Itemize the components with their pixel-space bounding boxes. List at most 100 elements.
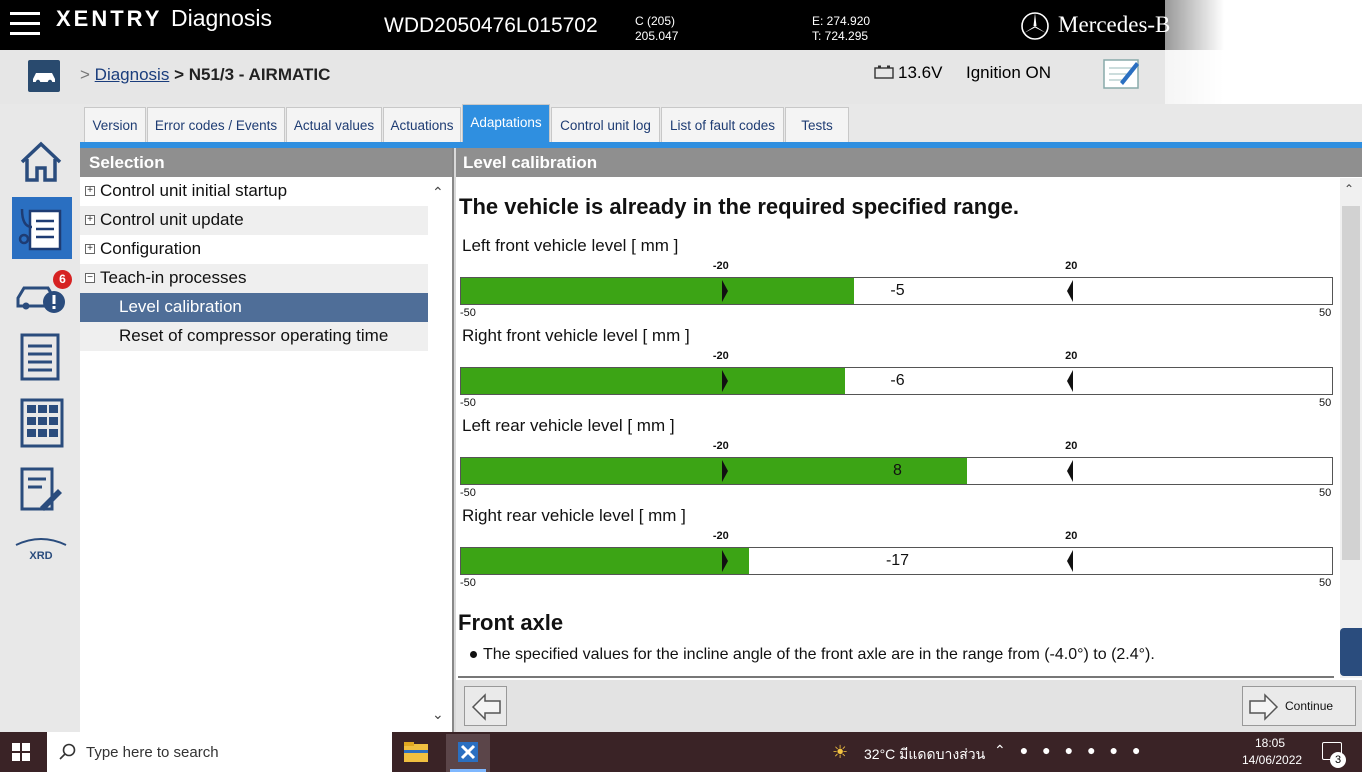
tab-actuations[interactable]: Actuations (383, 107, 461, 142)
home-icon (20, 141, 62, 182)
tree-item-label: Reset of compressor operating time (119, 326, 389, 345)
gauge-value: -17 (885, 552, 910, 569)
notepad-icon[interactable] (1102, 56, 1142, 94)
windows-start-icon[interactable] (12, 743, 30, 761)
tree-item-teach-in-processes[interactable]: − Teach-in processes (80, 264, 428, 293)
tree-item-label: Control unit initial startup (100, 181, 288, 200)
tree-item-label: Teach-in processes (100, 268, 247, 287)
clock-time: 18:05 (1254, 736, 1286, 750)
scroll-up-icon[interactable]: ⌃ (432, 184, 444, 201)
gauge-min-label: -50 (460, 577, 476, 589)
gauge-label: Right front vehicle level [ mm ] (462, 326, 690, 345)
tab-list-of-fault-codes[interactable]: List of fault codes (661, 107, 784, 142)
odometer-info: E: 274.920 T: 724.295 (812, 14, 870, 44)
product-name: Diagnosis (171, 5, 272, 31)
divider (458, 676, 1334, 678)
breadcrumb-diagnosis-link[interactable]: Diagnosis (95, 65, 170, 84)
vehicle-button[interactable] (28, 60, 60, 92)
tree-item-configuration[interactable]: + Configuration (80, 235, 428, 264)
tab-error-codes[interactable]: Error codes / Events (147, 107, 285, 142)
expand-icon[interactable]: + (85, 215, 95, 225)
upper-limit-label: 20 (1065, 440, 1078, 452)
lower-limit-label: -20 (712, 440, 729, 452)
gauge-value: -5 (890, 282, 905, 299)
gauge-max-label: 50 (1319, 487, 1332, 499)
taskbar-search[interactable]: Type here to search (47, 732, 392, 772)
mercedes-star-icon (1021, 12, 1049, 40)
section-text: The specified values for the incline ang… (483, 646, 1155, 663)
odometer-line-2: T: 724.295 (812, 29, 869, 43)
home-button[interactable] (14, 135, 68, 189)
collapse-icon[interactable]: − (85, 273, 95, 283)
make-name: Mercedes-B (1058, 12, 1171, 37)
tab-version[interactable]: Version (84, 107, 146, 142)
menu-icon[interactable] (10, 12, 40, 36)
fault-count-badge: 6 (53, 270, 72, 289)
xentry-taskbar-icon[interactable] (446, 734, 490, 772)
gauge-label: Left rear vehicle level [ mm ] (462, 416, 675, 435)
main-title: Level calibration (456, 148, 1362, 177)
scroll-down-icon[interactable]: ⌄ (432, 706, 444, 723)
expand-icon[interactable]: + (85, 186, 95, 196)
tab-tests[interactable]: Tests (785, 107, 849, 142)
odometer-line-1: E: 274.920 (812, 14, 871, 28)
service-button[interactable] (14, 463, 68, 517)
top-bar: XENTRY Diagnosis WDD2050476L015702 C (20… (0, 0, 1362, 50)
bullet-icon (470, 651, 477, 659)
tab-bar: Version Error codes / Events Actual valu… (80, 104, 1362, 144)
brand-logo: XENTRY (56, 6, 163, 31)
clock[interactable]: 18:05 14/06/2022 (1242, 735, 1302, 769)
model-info: C (205) 205.047 (635, 14, 678, 44)
upper-limit-label: 20 (1065, 530, 1078, 542)
ignition-status: Ignition ON (966, 63, 1052, 82)
tab-adaptations[interactable]: Adaptations (462, 104, 550, 144)
tree-item-reset-compressor-time[interactable]: Reset of compressor operating time (80, 322, 428, 351)
arrow-right-icon (1249, 693, 1279, 721)
redacted-area (1165, 0, 1362, 104)
battery-voltage: 13.6V (898, 63, 943, 82)
continue-label: Continue (1285, 699, 1334, 713)
system-tray-icons[interactable]: ⌃●●●●●● (994, 742, 1154, 759)
document-wrench-icon (20, 467, 62, 511)
gauge-min-label: -50 (460, 487, 476, 499)
weather-text: 32°C มีแดดบางส่วน (864, 746, 986, 762)
battery-icon (874, 65, 894, 79)
gauge-max-label: 50 (1319, 307, 1332, 319)
file-explorer-icon[interactable] (403, 740, 429, 764)
xrd-label: XRD (29, 550, 53, 562)
continue-button[interactable]: Continue (1242, 686, 1356, 726)
selection-title: Selection (80, 148, 452, 177)
expand-icon[interactable]: + (85, 244, 95, 254)
back-button[interactable] (464, 686, 507, 726)
tree-item-control-unit-update[interactable]: + Control unit update (80, 206, 428, 235)
control-units-button[interactable] (14, 396, 68, 450)
diagnosis-button[interactable] (12, 197, 72, 259)
weather-icon: ☀ (832, 742, 849, 762)
vin-number: WDD2050476L015702 (384, 14, 598, 37)
tree-item-level-calibration[interactable]: Level calibration (80, 293, 428, 322)
search-icon (59, 743, 76, 760)
gauge-label: Left front vehicle level [ mm ] (462, 236, 679, 255)
xrd-button[interactable]: XRD (14, 535, 68, 565)
level-gauge: -17 (460, 547, 1333, 575)
tree-item-initial-startup[interactable]: + Control unit initial startup (80, 177, 428, 206)
tree-item-label: Control unit update (100, 210, 244, 229)
lower-limit-label: -20 (712, 530, 729, 542)
main-panel: Level calibration The vehicle is already… (456, 148, 1362, 732)
tab-actual-values[interactable]: Actual values (286, 107, 382, 142)
level-gauge: 8 (460, 457, 1333, 485)
tree-item-label: Configuration (100, 239, 202, 258)
scroll-up-icon[interactable]: ⌃ (1344, 182, 1354, 196)
lower-limit-label: -20 (712, 260, 729, 272)
xentry-icon (450, 742, 486, 772)
scroll-thumb[interactable] (1342, 206, 1360, 560)
list-icon (20, 333, 60, 381)
section-title: Front axle (458, 610, 564, 635)
model-line-2: 205.047 (635, 29, 679, 43)
tab-control-unit-log[interactable]: Control unit log (551, 107, 660, 142)
gauge-max-label: 50 (1319, 577, 1332, 589)
main-scrollbar[interactable]: ⌃ (1340, 178, 1362, 678)
side-panel-toggle[interactable] (1340, 628, 1362, 676)
list-button[interactable] (14, 330, 68, 384)
lower-limit-label: -20 (712, 350, 729, 362)
